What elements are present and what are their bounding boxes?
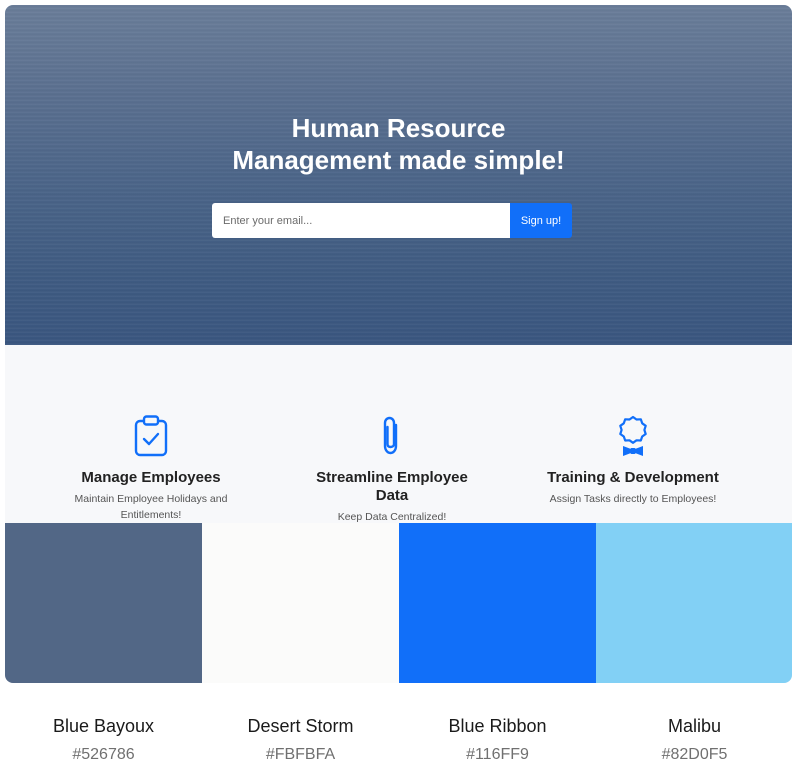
swatch-malibu bbox=[596, 523, 792, 683]
feature-title-line-1: Streamline Employee bbox=[316, 469, 468, 486]
color-name: Blue Ribbon bbox=[448, 716, 547, 736]
hero-title-line-2: Management made simple! bbox=[232, 145, 565, 175]
swatch-desert-storm bbox=[202, 523, 399, 683]
feature-training-development: Training & Development Assign Tasks dire… bbox=[533, 415, 733, 507]
feature-title-line-2: Data bbox=[375, 487, 409, 504]
clipboard-check-icon bbox=[134, 415, 168, 457]
color-hex: #526786 bbox=[72, 746, 135, 763]
feature-description: Maintain Employee Holidays and Entitleme… bbox=[51, 491, 251, 523]
hero-section: Human Resource Management made simple! S… bbox=[5, 5, 792, 345]
feature-description-line-2: Entitlements! bbox=[120, 509, 182, 521]
signup-button[interactable]: Sign up! bbox=[510, 203, 572, 238]
feature-manage-employees: Manage Employees Maintain Employee Holid… bbox=[51, 415, 251, 523]
color-hex: #116FF9 bbox=[466, 746, 529, 763]
features-section: Manage Employees Maintain Employee Holid… bbox=[5, 345, 792, 523]
paperclip-icon bbox=[383, 416, 398, 455]
swatch-blue-bayoux bbox=[5, 523, 202, 683]
hero-title-line-1: Human Resource bbox=[291, 113, 506, 143]
feature-streamline-data: Streamline Employee Data Keep Data Centr… bbox=[292, 415, 492, 523]
color-name: Blue Bayoux bbox=[52, 716, 155, 736]
color-name: Desert Storm bbox=[247, 716, 354, 736]
color-name: Malibu bbox=[667, 716, 722, 736]
feature-title: Training & Development bbox=[547, 469, 719, 486]
email-input[interactable] bbox=[212, 203, 510, 238]
swatch-blue-ribbon bbox=[399, 523, 596, 683]
feature-description-line-1: Maintain Employee Holidays and bbox=[74, 493, 228, 505]
preview-card: Human Resource Management made simple! S… bbox=[5, 5, 792, 683]
color-hex: #82D0F5 bbox=[661, 746, 728, 763]
feature-title: Streamline Employee Data bbox=[292, 469, 492, 505]
feature-description: Assign Tasks directly to Employees! bbox=[549, 493, 717, 505]
feature-description: Keep Data Centralized! bbox=[337, 511, 447, 523]
color-hex: #FBFBFA bbox=[265, 746, 336, 763]
award-ribbon-icon bbox=[619, 415, 647, 456]
feature-title: Manage Employees bbox=[81, 469, 221, 486]
